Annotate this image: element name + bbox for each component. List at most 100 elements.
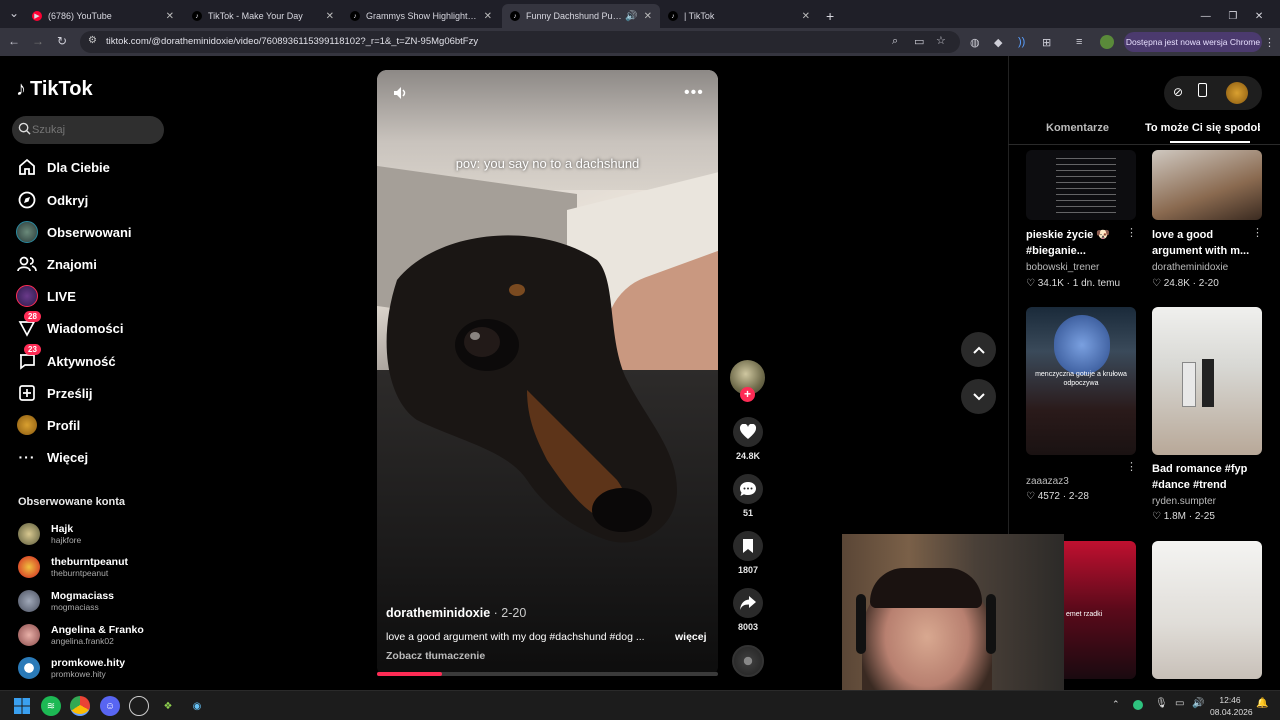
- extension-icon[interactable]: )): [1018, 36, 1025, 48]
- sidebar-item-following[interactable]: Obserwowani: [16, 220, 132, 244]
- mobile-device-icon[interactable]: [1198, 83, 1207, 97]
- back-icon[interactable]: ←: [6, 34, 22, 48]
- sidebar-item-profile[interactable]: Profil: [16, 413, 80, 437]
- card-username[interactable]: bobowski_trener: [1026, 262, 1099, 273]
- microphone-icon[interactable]: 🎙: [1155, 698, 1168, 709]
- sidebar-item-live[interactable]: LIVE: [16, 284, 76, 308]
- avatar: [18, 556, 40, 578]
- tab-tiktok-1[interactable]: ♪ TikTok - Make Your Day ✕: [184, 4, 342, 28]
- followed-account[interactable]: Mogmaciass mogmaciass: [18, 587, 114, 615]
- video-thumbnail[interactable]: [1026, 150, 1136, 220]
- share-button[interactable]: 8003: [731, 588, 765, 632]
- followed-account[interactable]: theburntpeanut theburntpeanut: [18, 553, 128, 581]
- taskbar-clock[interactable]: 12:46 08.04.2026: [1210, 694, 1253, 718]
- spotify-icon[interactable]: ≋: [41, 696, 61, 716]
- video-more-options-icon[interactable]: •••: [684, 84, 704, 102]
- chrome-icon[interactable]: [70, 696, 90, 716]
- app-icon[interactable]: ❖: [158, 696, 178, 716]
- site-info-icon[interactable]: ⚙: [88, 35, 97, 46]
- tab-search-icon[interactable]: ⌄: [6, 6, 22, 20]
- maximize-icon[interactable]: ❐: [1228, 11, 1237, 22]
- card-title[interactable]: love a good argument with m...: [1152, 227, 1256, 259]
- obs-icon[interactable]: [129, 696, 149, 716]
- search-box[interactable]: [12, 116, 164, 144]
- speaker-icon[interactable]: 🔊: [625, 11, 637, 22]
- close-icon[interactable]: ✕: [802, 11, 810, 22]
- tray-chevron-icon[interactable]: ⌃: [1112, 699, 1120, 710]
- reload-icon[interactable]: ↻: [54, 34, 70, 48]
- sidebar-item-explore[interactable]: Odkryj: [16, 188, 88, 212]
- close-window-icon[interactable]: ✕: [1255, 11, 1263, 22]
- search-input[interactable]: [32, 120, 160, 140]
- extension-icon[interactable]: ◍: [970, 36, 980, 49]
- video-author-line[interactable]: doratheminidoxie · 2-20: [386, 606, 526, 620]
- forward-icon[interactable]: →: [30, 34, 46, 48]
- tab-youtube[interactable]: ▶ (6786) YouTube ✕: [24, 4, 182, 28]
- card-username[interactable]: zaaazaz3: [1026, 476, 1069, 487]
- card-username[interactable]: ryden.sumpter: [1152, 496, 1216, 507]
- card-title[interactable]: Bad romance #fyp #dance #trend: [1152, 461, 1256, 493]
- card-title[interactable]: pieskie życie 🐶 #bieganie...: [1026, 227, 1130, 259]
- video-thumbnail[interactable]: [1152, 307, 1262, 455]
- music-disc-icon[interactable]: [732, 645, 764, 677]
- profile-avatar-icon[interactable]: [1226, 82, 1248, 104]
- previous-video-button[interactable]: [961, 332, 996, 367]
- close-icon[interactable]: ✕: [484, 11, 492, 22]
- sidebar-item-activity[interactable]: 23 Aktywność: [16, 344, 116, 373]
- save-button[interactable]: 1807: [731, 531, 765, 575]
- steam-icon[interactable]: ◉: [187, 696, 207, 716]
- minimize-icon[interactable]: —: [1201, 11, 1211, 22]
- close-icon[interactable]: ✕: [326, 11, 334, 22]
- tab-tiktok-active[interactable]: ♪ Funny Dachshund Puppy Ar 🔊 ✕: [502, 4, 660, 28]
- chrome-update-button[interactable]: Dostępna jest nowa wersja Chrome: [1124, 32, 1262, 52]
- tiktok-logo[interactable]: ♪ TikTok: [16, 78, 93, 101]
- new-tab-button[interactable]: +: [818, 4, 840, 28]
- video-author[interactable]: doratheminidoxie: [386, 606, 490, 620]
- next-video-button[interactable]: [961, 379, 996, 414]
- tab-you-may-like[interactable]: To może Ci się spodobać: [1145, 122, 1260, 134]
- reading-list-icon[interactable]: ≡: [1076, 36, 1082, 48]
- url-field[interactable]: ⚙ tiktok.com/@doratheminidoxie/video/760…: [80, 31, 960, 53]
- zoom-icon[interactable]: ⌕: [892, 35, 898, 48]
- notification-bell-icon[interactable]: 🔔: [1256, 698, 1268, 709]
- follow-plus-button[interactable]: +: [740, 387, 755, 402]
- video-thumbnail[interactable]: menczyczna gotuje a krułowa odpoczywa: [1026, 307, 1136, 455]
- sidebar-item-upload[interactable]: Prześlij: [16, 381, 93, 405]
- followed-account[interactable]: Hajk hajkfore: [18, 520, 81, 548]
- followed-account[interactable]: promkowe.hity promkowe.hity: [18, 654, 125, 682]
- card-more-icon[interactable]: ⋮: [1252, 226, 1263, 239]
- close-icon[interactable]: ✕: [644, 11, 652, 22]
- card-more-icon[interactable]: ⋮: [1126, 226, 1137, 239]
- tray-status-icon[interactable]: [1133, 700, 1143, 710]
- puzzle-icon[interactable]: ⊞: [1042, 36, 1051, 49]
- bookmark-star-icon[interactable]: ☆: [936, 34, 946, 47]
- sidebar-item-more[interactable]: ··· Więcej: [16, 445, 89, 469]
- close-icon[interactable]: ✕: [166, 11, 174, 22]
- discord-icon[interactable]: ☺: [100, 696, 120, 716]
- tab-tiktok-2[interactable]: ♪ Grammys Show Highlights | Tik ✕: [342, 4, 500, 28]
- sidebar-item-for-you[interactable]: Dla Ciebie: [16, 155, 110, 179]
- compass-icon[interactable]: ⊘: [1173, 85, 1183, 99]
- tab-comments[interactable]: Komentarze: [1046, 122, 1109, 134]
- volume-icon[interactable]: [392, 85, 408, 106]
- video-progress-bar[interactable]: [377, 672, 718, 676]
- menu-dots-icon[interactable]: ⋮: [1264, 36, 1275, 49]
- description-more-button[interactable]: więcej: [675, 631, 707, 643]
- followed-account[interactable]: Angelina & Franko angelina.frank02: [18, 621, 144, 649]
- sidebar-item-messages[interactable]: 28 Wiadomości: [16, 311, 123, 340]
- like-button[interactable]: 24.8K: [731, 417, 765, 461]
- card-username[interactable]: doratheminidoxie: [1152, 262, 1228, 273]
- sidebar-item-friends[interactable]: Znajomi: [16, 252, 97, 276]
- card-more-icon[interactable]: ⋮: [1126, 460, 1137, 473]
- extension-icon[interactable]: ◆: [994, 36, 1002, 49]
- cast-icon[interactable]: ▭: [914, 35, 924, 48]
- video-thumbnail[interactable]: [1152, 541, 1262, 679]
- tab-tiktok-3[interactable]: ♪ | TikTok ✕: [660, 4, 818, 28]
- network-icon[interactable]: ▭: [1175, 698, 1184, 709]
- comment-button[interactable]: 51: [731, 474, 765, 518]
- windows-start-icon[interactable]: [12, 696, 32, 716]
- profile-avatar-icon[interactable]: [1100, 35, 1114, 49]
- volume-tray-icon[interactable]: 🔊: [1192, 698, 1204, 709]
- see-translation-link[interactable]: Zobacz tłumaczenie: [386, 650, 485, 662]
- video-thumbnail[interactable]: [1152, 150, 1262, 220]
